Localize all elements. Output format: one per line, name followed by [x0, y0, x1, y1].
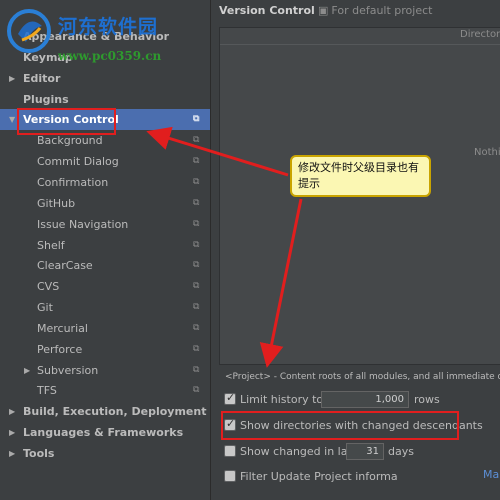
sidebar-item-perforce[interactable]: Perforce ⧉: [0, 339, 210, 360]
show-changed-checkbox[interactable]: [224, 445, 236, 457]
page-subtitle-text: For default project: [331, 4, 433, 17]
show-changed-suffix: days: [388, 445, 414, 458]
sidebar-item-plugins[interactable]: Plugins: [0, 89, 210, 110]
sidebar-item-label: Git: [37, 301, 53, 314]
filter-update-checkbox[interactable]: [224, 470, 236, 482]
sidebar-item-label: GitHub: [37, 197, 76, 210]
sidebar-item-label: Mercurial: [37, 322, 88, 335]
project-settings-icon: ⧉: [193, 198, 200, 208]
watermark: 河东软件园 www.pc0359.cn: [0, 0, 210, 72]
project-settings-icon: ⧉: [193, 260, 200, 270]
sidebar-item-git[interactable]: Git ⧉: [0, 297, 210, 318]
sidebar-item-label: Shelf: [37, 239, 65, 252]
filter-update-label: Filter Update Project informa: [240, 470, 398, 483]
project-settings-icon: ⧉: [193, 240, 200, 250]
project-settings-icon: ⧉: [193, 156, 200, 166]
project-settings-icon: ⧉: [193, 323, 200, 333]
project-settings-icon: ⧉: [193, 281, 200, 291]
sidebar-item-build-execution-deployment[interactable]: ▶ Build, Execution, Deployment: [0, 401, 210, 422]
sidebar-item-label: ClearCase: [37, 259, 93, 272]
project-settings-icon: ⧉: [193, 135, 200, 145]
expand-down-icon[interactable]: ▼: [9, 109, 15, 130]
project-icon: ▣: [318, 4, 329, 17]
sidebar-item-languages-frameworks[interactable]: ▶ Languages & Frameworks: [0, 422, 210, 443]
sidebar-item-label: Build, Execution, Deployment: [23, 405, 207, 418]
expand-right-icon[interactable]: ▶: [9, 401, 15, 422]
sidebar-item-cvs[interactable]: CVS ⧉: [0, 276, 210, 297]
annotation-callout: 修改文件时父级目录也有提示: [290, 155, 431, 197]
sidebar-item-commit-dialog[interactable]: Commit Dialog ⧉: [0, 151, 210, 172]
version-control-highlight-box: [17, 108, 116, 135]
limit-history-suffix: rows: [414, 393, 440, 406]
project-settings-icon: ⧉: [193, 365, 200, 375]
watermark-title: 河东软件园: [58, 16, 159, 38]
sidebar-item-label: Plugins: [23, 93, 69, 106]
sidebar-item-label: Tools: [23, 447, 55, 460]
limit-history-input[interactable]: 1,000: [321, 391, 409, 408]
sidebar-item-label: Languages & Frameworks: [23, 426, 184, 439]
sidebar-item-issue-navigation[interactable]: Issue Navigation ⧉: [0, 214, 210, 235]
watermark-url: www.pc0359.cn: [58, 49, 162, 63]
limit-history-checkbox[interactable]: [224, 391, 236, 405]
column-header-directory[interactable]: Director: [460, 29, 500, 40]
manage-link[interactable]: Ma: [483, 468, 499, 481]
project-settings-icon: ⧉: [193, 344, 200, 354]
sidebar-item-confirmation[interactable]: Confirmation ⧉: [0, 172, 210, 193]
show-changed-days-input[interactable]: 31: [346, 443, 384, 460]
sidebar-item-label: Issue Navigation: [37, 218, 129, 231]
project-settings-icon: ⧉: [193, 177, 200, 187]
sidebar-item-tfs[interactable]: TFS ⧉: [0, 380, 210, 401]
table-header[interactable]: Director: [220, 28, 500, 45]
project-settings-icon: ⧉: [193, 385, 200, 395]
sidebar-item-shelf[interactable]: Shelf ⧉: [0, 235, 210, 256]
expand-right-icon[interactable]: ▶: [9, 443, 15, 464]
project-settings-icon: ⧉: [193, 114, 200, 124]
show-directories-highlight-box: [221, 411, 459, 440]
expand-right-icon[interactable]: ▶: [9, 422, 15, 443]
sidebar-item-tools[interactable]: ▶ Tools: [0, 443, 210, 464]
settings-sidebar: Appearance & Behavior Keymap ▶ Editor Plugin…: [0, 0, 211, 500]
show-changed-label: Show changed in last: [240, 445, 358, 458]
page-subtitle: ▣ For default project: [318, 4, 432, 17]
project-roots-note: <Project> - Content roots of all modules…: [225, 372, 500, 382]
sidebar-item-github[interactable]: GitHub ⧉: [0, 193, 210, 214]
sidebar-item-clearcase[interactable]: ClearCase ⧉: [0, 255, 210, 276]
sidebar-item-label: TFS: [37, 384, 57, 397]
sidebar-item-mercurial[interactable]: Mercurial ⧉: [0, 318, 210, 339]
page-title: Version Control: [219, 4, 315, 17]
watermark-logo-icon: [7, 9, 51, 53]
expand-right-icon[interactable]: ▶: [24, 360, 30, 381]
sidebar-item-label: Commit Dialog: [37, 155, 119, 168]
sidebar-item-label: Confirmation: [37, 176, 109, 189]
sidebar-item-label: CVS: [37, 280, 60, 293]
sidebar-item-label: Perforce: [37, 343, 83, 356]
sidebar-item-subversion[interactable]: ▶ Subversion ⧉: [0, 360, 210, 381]
table-empty-text: Nothi: [474, 147, 500, 158]
limit-history-label: Limit history to:: [240, 393, 327, 406]
project-settings-icon: ⧉: [193, 302, 200, 312]
project-settings-icon: ⧉: [193, 219, 200, 229]
sidebar-item-label: Subversion: [37, 364, 99, 377]
